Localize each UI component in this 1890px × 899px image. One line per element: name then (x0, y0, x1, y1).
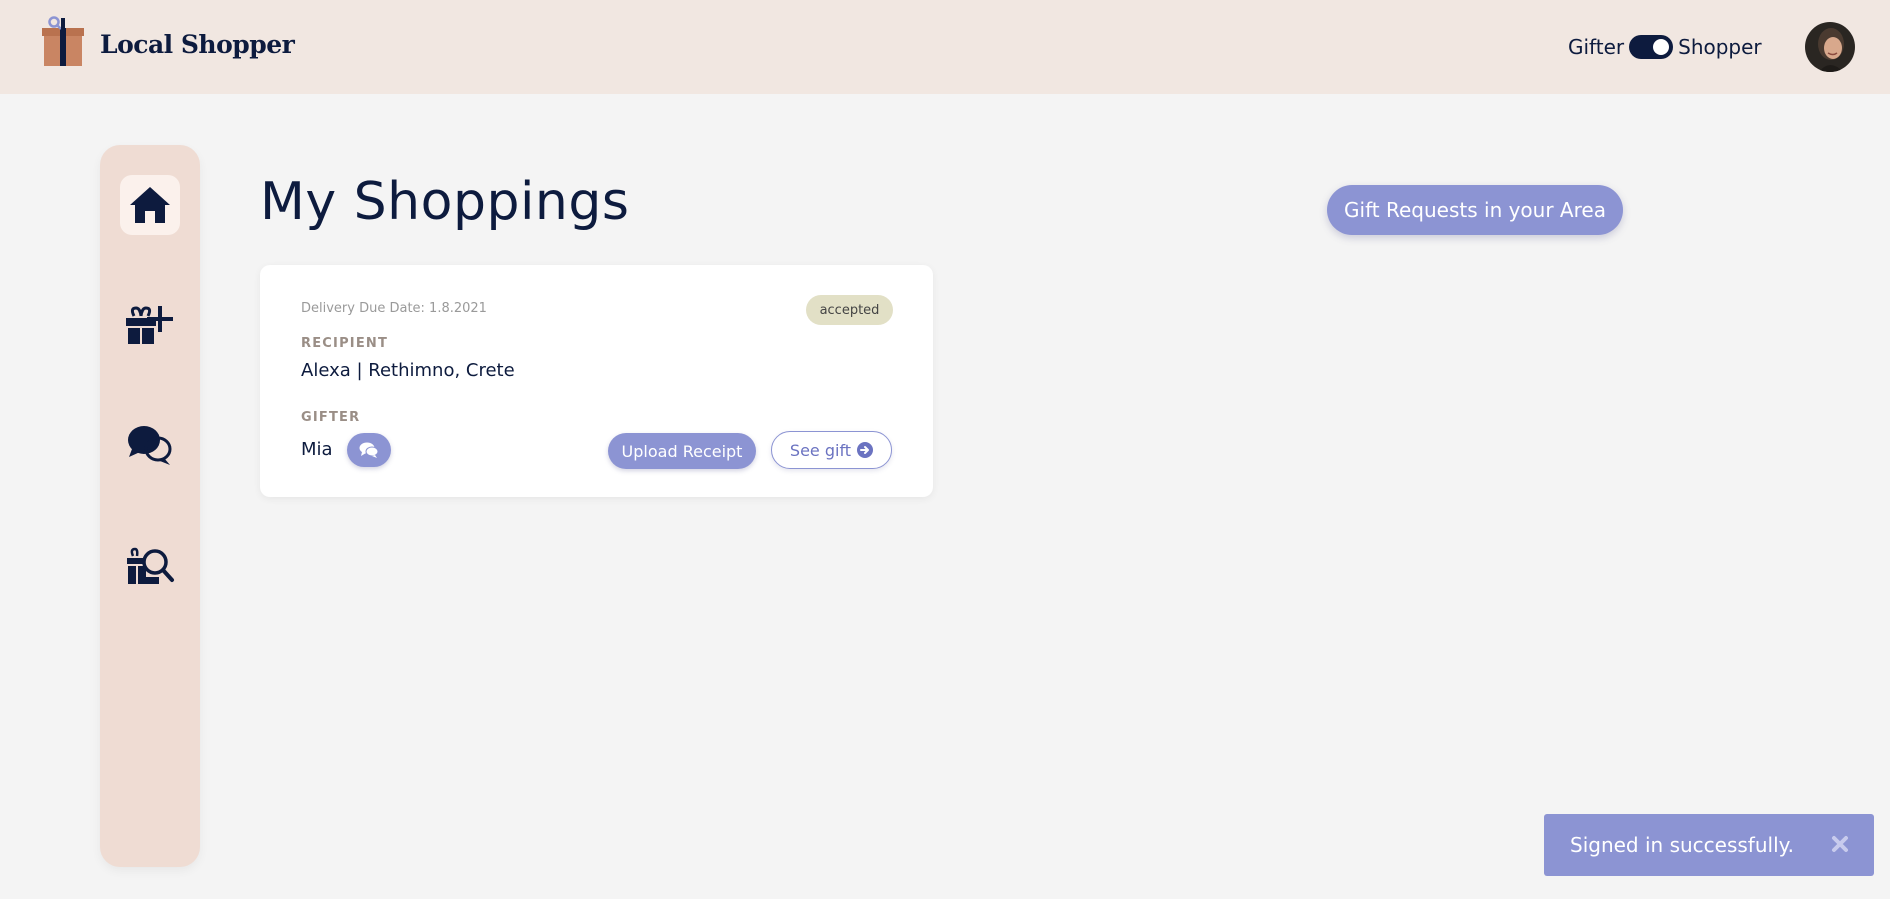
gift-logo-icon[interactable] (42, 16, 84, 66)
recipient-value: Alexa | Rethimno, Crete (301, 360, 515, 381)
arrow-circle-right-icon (857, 442, 874, 458)
gifter-label: GIFTER (301, 410, 361, 425)
gifter-value: Mia (301, 439, 333, 460)
home-icon (130, 187, 170, 223)
chat-bubbles-icon (128, 426, 172, 465)
toast-message: Signed in successfully. (1570, 833, 1794, 857)
sidebar-item-home[interactable] (120, 175, 180, 235)
mode-switch: Gifter Shopper (1568, 33, 1762, 61)
sidebar-item-search-gifts[interactable] (120, 535, 180, 595)
shopping-card: Delivery Due Date: 1.8.2021 accepted REC… (260, 265, 933, 497)
avatar-icon (1805, 22, 1855, 72)
toggle-knob (1653, 39, 1670, 55)
sidebar-item-add-gift[interactable] (120, 295, 180, 355)
gift-requests-area-button[interactable]: Gift Requests in your Area (1327, 185, 1623, 235)
gift-add-icon (126, 306, 173, 344)
recipient-label: RECIPIENT (301, 336, 389, 351)
delivery-due-date: Delivery Due Date: 1.8.2021 (301, 301, 487, 316)
top-header: Local Shopper Gifter Shopper (0, 0, 1890, 94)
sidebar (100, 145, 200, 867)
mode-label-shopper: Shopper (1678, 35, 1762, 59)
close-icon[interactable] (1828, 832, 1852, 856)
mode-toggle[interactable] (1629, 35, 1674, 59)
brand-name[interactable]: Local Shopper (100, 30, 295, 59)
see-gift-label: See gift (789, 440, 852, 460)
status-badge: accepted (806, 295, 893, 325)
comments-icon (359, 442, 379, 458)
user-avatar[interactable] (1805, 22, 1855, 72)
upload-receipt-button[interactable]: Upload Receipt (608, 433, 756, 469)
gift-search-icon (127, 547, 174, 584)
see-gift-button[interactable]: See gift (771, 431, 892, 469)
chat-gifter-button[interactable] (347, 433, 391, 467)
toast-notification: Signed in successfully. (1544, 814, 1874, 876)
mode-label-gifter: Gifter (1568, 35, 1625, 59)
page-title: My Shoppings (260, 172, 630, 232)
sidebar-item-messages[interactable] (120, 415, 180, 475)
close-x-icon (1832, 836, 1848, 852)
